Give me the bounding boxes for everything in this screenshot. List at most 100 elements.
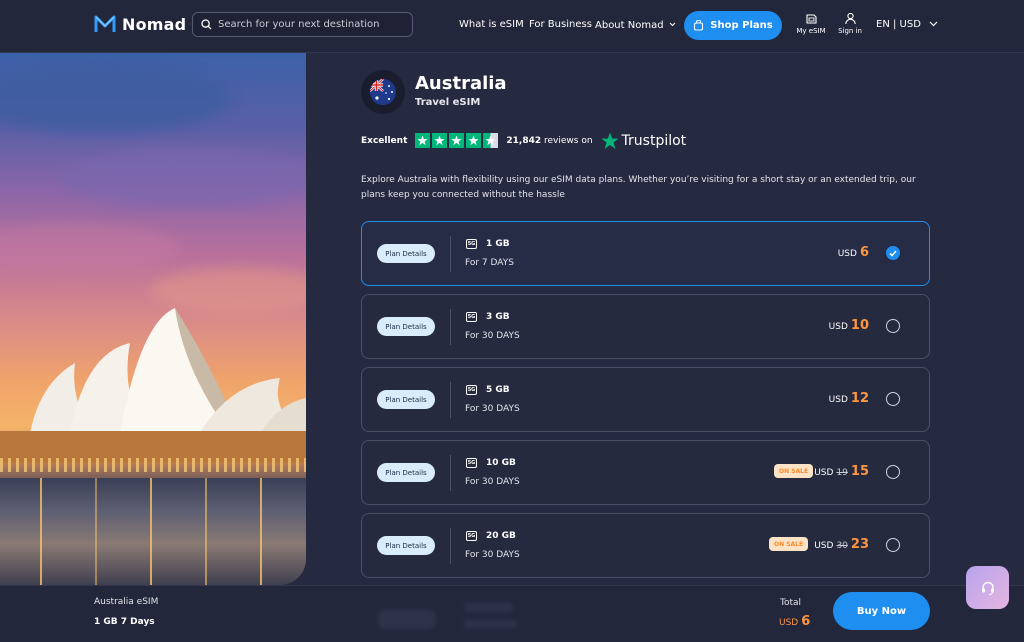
- review-count-suffix: reviews on: [544, 135, 593, 146]
- plan-data-amount: 1 GB: [486, 239, 510, 249]
- plan-radio[interactable]: [886, 319, 900, 333]
- price-value: 10: [850, 318, 869, 333]
- sydney-opera-house-image: [0, 53, 306, 585]
- cart-plan-summary: 1 GB 7 Days: [94, 617, 155, 627]
- on-sale-badge: ON SALE: [774, 464, 814, 478]
- review-count-number: 21,842: [506, 135, 542, 146]
- plan-details-button[interactable]: Plan Details: [377, 390, 435, 409]
- search-box[interactable]: [192, 12, 413, 37]
- trustpilot-logo: Trustpilot: [601, 132, 686, 150]
- country-title: Australia: [415, 73, 507, 94]
- nav-about-nomad-label: About Nomad: [595, 20, 664, 31]
- rating-label: Excellent: [361, 135, 408, 146]
- plan-card-5gb[interactable]: Plan Details 5G 5 GB For 30 DAYS USD 12: [361, 367, 930, 432]
- blurred-plan-details: [378, 610, 436, 629]
- plan-card-10gb[interactable]: Plan Details 5G 10 GB For 30 DAYS ON SAL…: [361, 440, 930, 505]
- chevron-down-icon: [929, 19, 938, 30]
- my-esim-label: My eSIM: [796, 27, 826, 35]
- plan-data-amount: 20 GB: [486, 531, 516, 541]
- price-value: 12: [850, 391, 869, 406]
- plan-duration: For 30 DAYS: [465, 550, 520, 560]
- divider: [450, 236, 451, 272]
- 5g-icon: 5G: [466, 385, 477, 395]
- total-currency: USD: [779, 618, 799, 628]
- price-currency: USD: [814, 468, 834, 478]
- price-currency: USD: [828, 322, 848, 332]
- 5g-icon: 5G: [466, 312, 477, 322]
- 5g-icon: 5G: [466, 239, 477, 249]
- plan-radio[interactable]: [886, 538, 900, 552]
- star-icon: [466, 133, 482, 148]
- sign-in-link[interactable]: Sign in: [830, 12, 870, 35]
- divider: [450, 382, 451, 418]
- headset-icon: [981, 581, 994, 595]
- language-currency-label: EN | USD: [876, 19, 921, 30]
- plan-price: USD 19 15: [814, 464, 869, 479]
- country-description: Explore Australia with flexibility using…: [361, 175, 916, 200]
- plan-duration: For 30 DAYS: [465, 331, 520, 341]
- country-subtitle: Travel eSIM: [415, 97, 481, 108]
- divider: [450, 309, 451, 345]
- plan-details-button[interactable]: Plan Details: [377, 536, 435, 555]
- star-icon: [449, 133, 465, 148]
- plan-radio-selected[interactable]: [886, 246, 900, 260]
- plan-data-amount: 10 GB: [486, 458, 516, 468]
- sign-in-label: Sign in: [838, 27, 862, 35]
- checkmark-icon: [889, 250, 897, 257]
- nav-for-business[interactable]: For Business: [529, 19, 592, 30]
- shop-plans-label: Shop Plans: [710, 20, 773, 31]
- star-icon: [432, 133, 448, 148]
- 5g-icon: 5G: [466, 458, 477, 468]
- buy-now-button[interactable]: Buy Now: [833, 592, 930, 630]
- star-icon: [415, 133, 431, 148]
- blurred-plan-text: [464, 620, 518, 628]
- total-price: USD 6: [779, 614, 810, 629]
- trustpilot-rating[interactable]: Excellent 21,842 reviews on Trustpilot: [361, 132, 686, 149]
- search-input[interactable]: [218, 19, 398, 30]
- plan-price: USD 12: [829, 391, 869, 406]
- price-currency: USD: [814, 541, 834, 551]
- on-sale-badge: ON SALE: [769, 537, 809, 551]
- city-lights: [0, 458, 306, 472]
- plan-card-20gb[interactable]: Plan Details 5G 20 GB For 30 DAYS ON SAL…: [361, 513, 930, 578]
- plan-price: USD 10: [829, 318, 869, 333]
- trustpilot-star-icon: [601, 132, 618, 149]
- price-currency: USD: [828, 395, 848, 405]
- plan-details-button[interactable]: Plan Details: [377, 317, 435, 336]
- my-esim-link[interactable]: My eSIM: [791, 12, 831, 35]
- plan-radio[interactable]: [886, 465, 900, 479]
- search-icon: [201, 19, 212, 30]
- language-currency-selector[interactable]: EN | USD: [876, 19, 938, 30]
- brand-logo[interactable]: Nomad: [94, 14, 186, 34]
- plan-details-button[interactable]: Plan Details: [377, 463, 435, 482]
- nav-about-nomad[interactable]: About Nomad: [595, 19, 676, 31]
- total-value: 6: [801, 614, 811, 629]
- divider: [450, 455, 451, 491]
- plan-price: USD 30 23: [814, 537, 869, 552]
- support-chat-button[interactable]: [966, 566, 1009, 609]
- rating-stars: [415, 133, 499, 148]
- plan-data-amount: 3 GB: [486, 312, 510, 322]
- plan-radio[interactable]: [886, 392, 900, 406]
- cart-product-name: Australia eSIM: [94, 597, 159, 607]
- plan-card-3gb[interactable]: Plan Details 5G 3 GB For 30 DAYS USD 10: [361, 294, 930, 359]
- price-value: 23: [850, 537, 869, 552]
- half-star-icon: [483, 133, 499, 148]
- brand-name: Nomad: [122, 14, 187, 34]
- user-icon: [844, 12, 856, 25]
- plan-duration: For 30 DAYS: [465, 404, 520, 414]
- price-currency: USD: [837, 249, 857, 259]
- plan-card-1gb[interactable]: Plan Details 5G 1 GB For 7 DAYS USD 6: [361, 221, 930, 286]
- checkout-bar: Australia eSIM 1 GB 7 Days Total USD 6 Bu…: [0, 585, 1024, 642]
- australia-flag-icon: [370, 79, 396, 105]
- price-value: 6: [859, 245, 869, 260]
- 5g-icon: 5G: [466, 531, 477, 541]
- blurred-plan-text: [464, 603, 514, 612]
- nomad-logo-icon: [94, 15, 116, 32]
- chevron-down-icon: [669, 19, 676, 30]
- shop-bag-icon: [694, 20, 704, 31]
- price-value: 15: [850, 464, 869, 479]
- plan-details-button[interactable]: Plan Details: [377, 244, 435, 263]
- nav-what-is-esim[interactable]: What is eSIM: [459, 19, 524, 30]
- shop-plans-button[interactable]: Shop Plans: [684, 11, 782, 40]
